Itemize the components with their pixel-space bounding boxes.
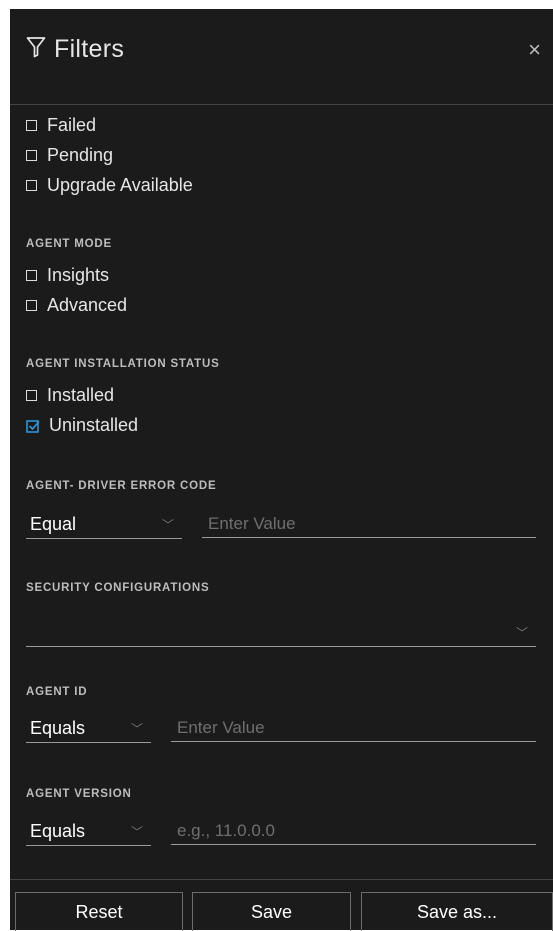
save-button[interactable]: Save	[192, 892, 351, 931]
checkbox-icon	[26, 150, 37, 161]
checkbox-icon	[26, 120, 37, 131]
section-install-status: AGENT INSTALLATION STATUS	[26, 358, 220, 370]
select-value: Equals	[30, 717, 86, 738]
chevron-down-icon: ﹀	[130, 824, 143, 839]
agent-version-operator-select[interactable]: Equals ﹀	[26, 817, 151, 846]
filters-panel: Filters × Failed Pending Upgrade Availab…	[10, 9, 553, 931]
agent-version-value-input[interactable]: e.g., 11.0.0.0	[171, 817, 536, 845]
section-agent-mode: AGENT MODE	[26, 238, 112, 250]
driver-error-operator-select[interactable]: Equal ﹀	[26, 510, 182, 539]
chevron-down-icon: ﹀	[515, 625, 528, 640]
checkbox-label: Advanced	[47, 295, 128, 315]
panel-header: Filters ×	[10, 9, 553, 105]
checkbox-label: Installed	[47, 385, 115, 405]
checkbox-uninstalled[interactable]: Uninstalled	[26, 415, 138, 436]
checkbox-label: Insights	[47, 265, 110, 285]
driver-error-value-input[interactable]: Enter Value	[202, 510, 536, 538]
checkbox-label: Uninstalled	[49, 415, 139, 435]
section-driver-error: AGENT- DRIVER ERROR CODE	[26, 480, 217, 492]
title-group: Filters	[26, 35, 124, 64]
section-security-configurations: SECURITY CONFIGURATIONS	[26, 582, 210, 594]
checkbox-upgrade-available[interactable]: Upgrade Available	[26, 175, 193, 196]
checkbox-failed[interactable]: Failed	[26, 115, 96, 136]
checkbox-icon	[26, 180, 37, 191]
checkbox-label: Failed	[47, 115, 97, 135]
checkbox-label: Upgrade Available	[47, 175, 193, 195]
checkbox-pending[interactable]: Pending	[26, 145, 113, 166]
checkbox-icon	[26, 300, 37, 311]
agent-id-value-input[interactable]: Enter Value	[171, 714, 536, 742]
close-icon[interactable]: ×	[528, 37, 541, 63]
panel-title: Filters	[54, 35, 125, 63]
section-agent-id: AGENT ID	[26, 686, 88, 698]
checkbox-advanced[interactable]: Advanced	[26, 295, 127, 316]
checkbox-label: Pending	[47, 145, 114, 165]
chevron-down-icon: ﹀	[161, 517, 174, 532]
checkbox-icon	[26, 390, 37, 401]
agent-id-operator-select[interactable]: Equals ﹀	[26, 714, 151, 743]
checkbox-icon	[26, 270, 37, 281]
checkbox-insights[interactable]: Insights	[26, 265, 109, 286]
select-value: Equal	[30, 513, 77, 534]
checkbox-installed[interactable]: Installed	[26, 385, 114, 406]
checked-checkbox-icon	[26, 419, 40, 433]
reset-button[interactable]: Reset	[15, 892, 183, 931]
filter-icon	[26, 36, 46, 63]
section-agent-version: AGENT VERSION	[26, 788, 132, 800]
chevron-down-icon: ﹀	[130, 721, 143, 736]
panel-footer: Reset Save Save as...	[10, 879, 553, 931]
select-value: Equals	[30, 820, 86, 841]
security-configurations-select[interactable]: ﹀	[26, 618, 536, 647]
save-as-button[interactable]: Save as...	[361, 892, 553, 931]
